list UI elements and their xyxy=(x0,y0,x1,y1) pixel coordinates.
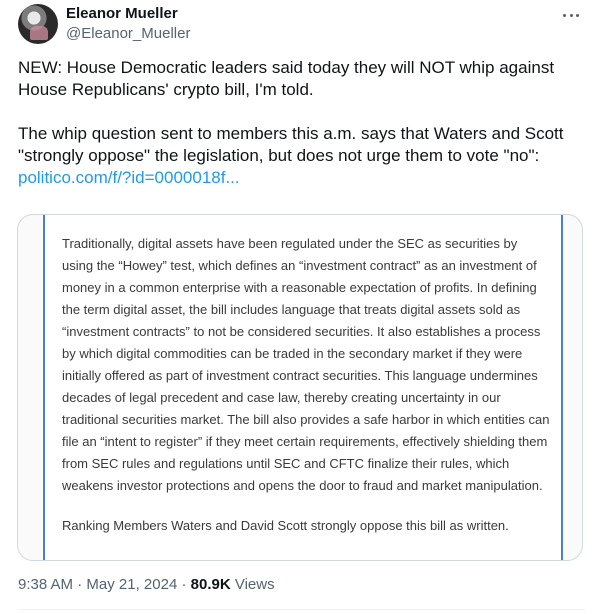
tweet-header: Eleanor Mueller @Eleanor_Mueller xyxy=(18,4,586,46)
tweet-meta: 9:38 AM · May 21, 2024 · 80.9K Views xyxy=(18,575,275,595)
views-label: Views xyxy=(234,576,275,593)
document-body-text: Traditionally, digital assets have been … xyxy=(62,236,550,493)
more-options-icon[interactable] xyxy=(560,6,582,24)
tweet-paragraph-1: NEW: House Democratic leaders said today… xyxy=(18,58,555,99)
tweet-paragraph-2: The whip question sent to members this a… xyxy=(18,123,586,189)
meta-separator: · xyxy=(77,576,83,593)
author-names: Eleanor Mueller @Eleanor_Mueller xyxy=(66,4,190,44)
tweet-text: NEW: House Democratic leaders said today… xyxy=(18,57,586,189)
views-count[interactable]: 80.9K xyxy=(191,576,231,593)
document-excerpt: Traditionally, digital assets have been … xyxy=(43,215,563,560)
author-display-name[interactable]: Eleanor Mueller xyxy=(66,4,190,24)
avatar[interactable] xyxy=(18,4,58,44)
dot xyxy=(563,13,566,17)
tweet-paragraph-2-text: The whip question sent to members this a… xyxy=(18,124,564,165)
tweet-date[interactable]: May 21, 2024 xyxy=(86,576,177,593)
divider xyxy=(18,609,586,610)
dot xyxy=(569,13,573,17)
author-handle[interactable]: @Eleanor_Mueller xyxy=(66,24,190,44)
document-closing-text: Ranking Members Waters and David Scott s… xyxy=(62,518,509,533)
article-link[interactable]: politico.com/f/?id=0000018f... xyxy=(18,168,240,187)
attached-image[interactable]: Traditionally, digital assets have been … xyxy=(17,214,583,561)
dot xyxy=(576,13,579,17)
tweet-time[interactable]: 9:38 AM xyxy=(18,576,73,593)
meta-separator: · xyxy=(181,576,187,593)
